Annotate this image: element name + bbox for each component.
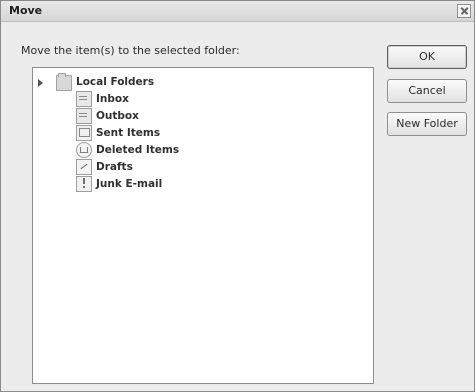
ok-button[interactable]: OK: [387, 45, 467, 69]
drafts-icon: [76, 159, 92, 175]
dialog-title: Move: [9, 4, 43, 17]
cancel-button[interactable]: Cancel: [387, 79, 467, 103]
new-folder-button[interactable]: New Folder: [387, 112, 467, 136]
inbox-icon: [76, 91, 92, 107]
sent-items-icon: [76, 125, 92, 141]
move-prompt: Move the item(s) to the selected folder:: [21, 44, 240, 57]
tree-item-label: Inbox: [96, 93, 129, 105]
deleted-items-icon: [76, 142, 92, 158]
tree-item-sent-items[interactable]: Sent Items: [76, 125, 160, 141]
local-folders-icon: [56, 73, 72, 91]
tree-item-outbox[interactable]: Outbox: [76, 108, 139, 124]
tree-item-inbox[interactable]: Inbox: [76, 91, 129, 107]
close-icon[interactable]: [457, 4, 471, 18]
tree-item-label: Deleted Items: [96, 144, 180, 156]
tree-item-label: Junk E-mail: [96, 178, 163, 190]
expand-collapse-icon[interactable]: [38, 79, 43, 87]
tree-item-label: Outbox: [96, 110, 139, 122]
junk-email-icon: [76, 176, 92, 192]
title-bar: Move: [1, 1, 474, 22]
outbox-icon: [76, 108, 92, 124]
tree-item-drafts[interactable]: Drafts: [76, 159, 133, 175]
tree-item-label: Drafts: [96, 161, 133, 173]
tree-item-label: Local Folders: [76, 76, 155, 88]
tree-item-junk-email[interactable]: Junk E-mail: [76, 176, 162, 192]
tree-item-label: Sent Items: [96, 127, 161, 139]
tree-item-local-folders[interactable]: Local Folders: [56, 73, 155, 91]
tree-item-deleted-items[interactable]: Deleted Items: [76, 142, 179, 158]
move-dialog: Move Move the item(s) to the selected fo…: [0, 0, 475, 392]
